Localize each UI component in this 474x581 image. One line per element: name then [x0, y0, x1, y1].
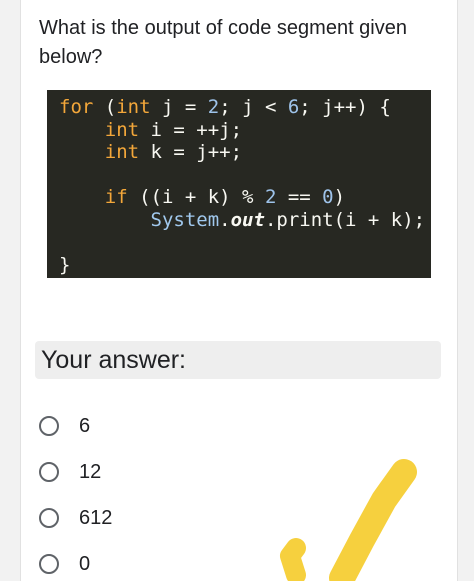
code-number: 2 — [207, 96, 220, 118]
code-text: ( — [93, 96, 117, 118]
answer-header: Your answer: — [35, 341, 441, 379]
code-keyword: if — [104, 186, 128, 208]
code-text: i = ++j; — [139, 118, 243, 141]
code-number: 0 — [322, 186, 334, 208]
code-keyword: int — [104, 141, 140, 163]
option-label: 12 — [79, 460, 102, 483]
option-6[interactable]: 6 — [39, 412, 90, 440]
code-line-5: if ((i + k) % 2 == 0) — [59, 186, 431, 209]
code-line-2: int i = ++j; — [59, 119, 431, 142]
code-text: j = — [150, 96, 208, 118]
code-line-7: } — [59, 254, 431, 277]
radio-button-icon[interactable] — [39, 416, 59, 436]
code-text: ((i + k) % — [127, 186, 265, 208]
option-612[interactable]: 612 — [39, 504, 112, 532]
code-text: ; j++) { — [299, 96, 391, 118]
code-text: k = j++; — [139, 141, 243, 163]
code-keyword: int — [104, 118, 140, 141]
code-text: == — [276, 186, 323, 208]
radio-button-icon[interactable] — [39, 508, 59, 528]
code-line-6: System.out.print(i + k); — [59, 209, 431, 232]
question-text: What is the output of code segment given… — [39, 17, 407, 68]
code-keyword: for — [59, 96, 94, 118]
code-line-3: int k = j++; — [59, 141, 431, 164]
code-text: ) — [333, 186, 346, 208]
code-class-name: System — [150, 208, 220, 231]
code-field: out — [230, 208, 265, 231]
option-12[interactable]: 12 — [39, 458, 101, 486]
code-number: 6 — [287, 96, 300, 118]
radio-button-icon[interactable] — [39, 554, 59, 574]
code-text: ; j < — [219, 96, 288, 118]
option-label: 0 — [79, 552, 91, 575]
option-label: 6 — [79, 414, 91, 437]
code-text: . — [219, 208, 231, 231]
radio-button-icon[interactable] — [39, 462, 59, 482]
code-block: for (int j = 2; j < 6; j++) { int i = ++… — [47, 90, 431, 278]
question-card: What is the output of code segment given… — [20, 0, 458, 581]
code-number: 2 — [264, 186, 277, 208]
answer-label: Your answer: — [41, 346, 186, 374]
code-line-1: for (int j = 2; j < 6; j++) { — [59, 96, 431, 119]
code-keyword: int — [116, 96, 151, 118]
option-0[interactable]: 0 — [39, 550, 90, 578]
code-brace: } — [59, 253, 71, 276]
option-label: 612 — [79, 506, 113, 529]
code-text: .print(i + k); — [264, 208, 426, 231]
